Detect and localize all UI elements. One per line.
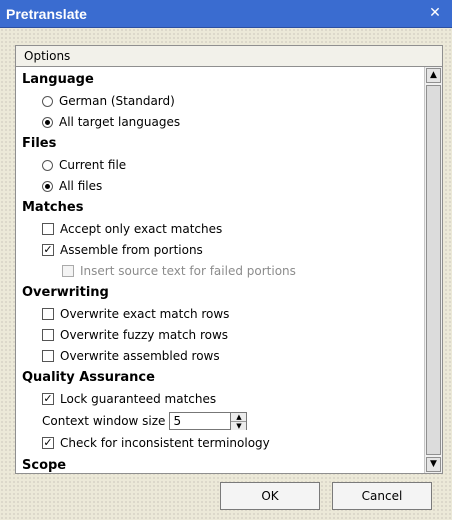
context-window-label: Context window size	[42, 414, 166, 428]
radio-icon[interactable]	[42, 180, 53, 192]
checkbox-label: Overwrite assembled rows	[60, 349, 220, 363]
checkbox-label: Assemble from portions	[60, 243, 203, 257]
checkbox-label: Overwrite fuzzy match rows	[60, 328, 229, 342]
radio-icon[interactable]	[42, 95, 53, 107]
spinner-down-icon[interactable]: ▼	[231, 421, 247, 430]
checkbox-icon	[62, 265, 74, 277]
radio-label: All target languages	[59, 115, 181, 129]
spinner-up-icon[interactable]: ▲	[231, 413, 247, 421]
radio-icon[interactable]	[42, 159, 53, 171]
checkbox-inconsistent-terminology[interactable]: ✓ Check for inconsistent terminology	[42, 433, 270, 453]
checkbox-label: Accept only exact matches	[60, 222, 223, 236]
section-scope: Scope	[22, 457, 67, 473]
radio-current-file[interactable]: Current file	[42, 155, 126, 175]
context-window-input[interactable]: 5	[169, 412, 232, 430]
ok-button[interactable]: OK	[220, 482, 320, 510]
section-quality-assurance: Quality Assurance	[22, 369, 155, 385]
checkbox-icon[interactable]: ✓	[42, 437, 54, 449]
checkbox-icon[interactable]: ✓	[42, 393, 54, 405]
section-overwriting: Overwriting	[22, 284, 109, 300]
checkbox-label: Lock guaranteed matches	[60, 392, 217, 406]
options-label: Options	[24, 49, 71, 63]
radio-label: German (Standard)	[59, 94, 175, 108]
title-bar: Pretranslate ✕	[0, 0, 452, 28]
checkbox-icon[interactable]	[42, 308, 54, 320]
checkbox-assemble-portions[interactable]: ✓ Assemble from portions	[42, 240, 203, 260]
context-window-row: Context window size 5 ▲ ▼	[42, 411, 248, 431]
checkbox-lock-guaranteed[interactable]: ✓ Lock guaranteed matches	[42, 389, 216, 409]
checkbox-overwrite-fuzzy[interactable]: Overwrite fuzzy match rows	[42, 325, 228, 345]
radio-icon[interactable]	[42, 116, 53, 128]
options-header: Options	[15, 45, 443, 67]
scroll-up-icon[interactable]: ▲	[426, 68, 441, 83]
radio-label: All files	[59, 179, 103, 193]
check-mark-icon: ✓	[43, 436, 53, 449]
options-panel: Language German (Standard) All target la…	[15, 66, 443, 474]
vertical-scrollbar[interactable]: ▲ ▼	[424, 67, 442, 473]
radio-all-files[interactable]: All files	[42, 176, 102, 196]
close-icon[interactable]: ✕	[426, 4, 444, 22]
checkbox-accept-exact[interactable]: Accept only exact matches	[42, 219, 222, 239]
checkbox-overwrite-assembled[interactable]: Overwrite assembled rows	[42, 346, 220, 366]
checkbox-icon[interactable]	[42, 350, 54, 362]
check-mark-icon: ✓	[43, 243, 53, 256]
scroll-down-icon[interactable]: ▼	[426, 457, 441, 472]
checkbox-overwrite-exact[interactable]: Overwrite exact match rows	[42, 304, 229, 324]
radio-german-standard[interactable]: German (Standard)	[42, 91, 175, 111]
section-matches: Matches	[22, 199, 84, 215]
checkbox-insert-source: Insert source text for failed portions	[62, 261, 296, 281]
scroll-thumb[interactable]	[426, 85, 441, 455]
checkbox-label: Check for inconsistent terminology	[60, 436, 270, 450]
check-mark-icon: ✓	[43, 392, 53, 405]
section-language: Language	[22, 71, 94, 87]
checkbox-icon[interactable]	[42, 329, 54, 341]
radio-all-target-languages[interactable]: All target languages	[42, 112, 180, 132]
checkbox-label: Overwrite exact match rows	[60, 307, 230, 321]
cancel-button[interactable]: Cancel	[332, 482, 432, 510]
checkbox-icon[interactable]	[42, 223, 54, 235]
checkbox-label: Insert source text for failed portions	[80, 264, 296, 278]
context-window-spinner[interactable]: ▲ ▼	[231, 412, 248, 430]
checkbox-icon[interactable]: ✓	[42, 244, 54, 256]
radio-label: Current file	[59, 158, 127, 172]
section-files: Files	[22, 135, 57, 151]
dialog-title: Pretranslate	[6, 6, 87, 22]
